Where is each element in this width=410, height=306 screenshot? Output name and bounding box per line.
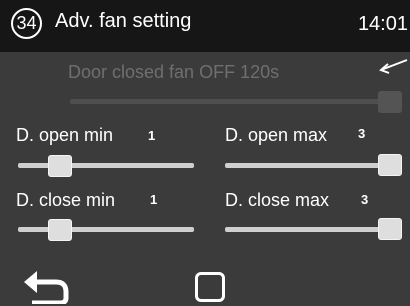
close-min-slider-thumb[interactable] bbox=[48, 219, 72, 241]
close-max-slider-thumb[interactable] bbox=[378, 218, 402, 240]
door-closed-fan-slider-track bbox=[70, 99, 390, 104]
open-max-value: 3 bbox=[358, 126, 366, 141]
open-min-slider-track[interactable] bbox=[18, 163, 194, 168]
door-closed-fan-label: Door closed fan OFF 120s bbox=[68, 62, 280, 82]
open-min-value: 1 bbox=[148, 128, 156, 143]
clock: 14:01 bbox=[357, 13, 408, 35]
page-number-badge: 34 bbox=[11, 8, 42, 39]
page-title: Adv. fan setting bbox=[55, 10, 192, 32]
close-max-value: 3 bbox=[361, 192, 369, 207]
header-bar: 34 Adv. fan setting 14:01 bbox=[0, 0, 410, 52]
stop-square-icon[interactable] bbox=[195, 272, 225, 302]
close-max-label: D. close max bbox=[225, 190, 330, 210]
open-min-label: D. open min bbox=[16, 125, 114, 145]
close-min-value: 1 bbox=[150, 192, 158, 207]
door-closed-fan-slider-thumb bbox=[378, 91, 402, 113]
open-max-slider-track[interactable] bbox=[225, 163, 400, 168]
back-arrow-icon[interactable] bbox=[22, 268, 70, 304]
open-max-slider-thumb[interactable] bbox=[378, 154, 402, 176]
open-min-slider-thumb[interactable] bbox=[48, 155, 72, 177]
close-max-slider-track[interactable] bbox=[225, 227, 400, 232]
open-max-label: D. open max bbox=[225, 125, 328, 145]
close-min-label: D. close min bbox=[16, 190, 116, 210]
arrow-pointer-icon bbox=[379, 59, 408, 74]
close-min-slider-track[interactable] bbox=[18, 227, 194, 232]
